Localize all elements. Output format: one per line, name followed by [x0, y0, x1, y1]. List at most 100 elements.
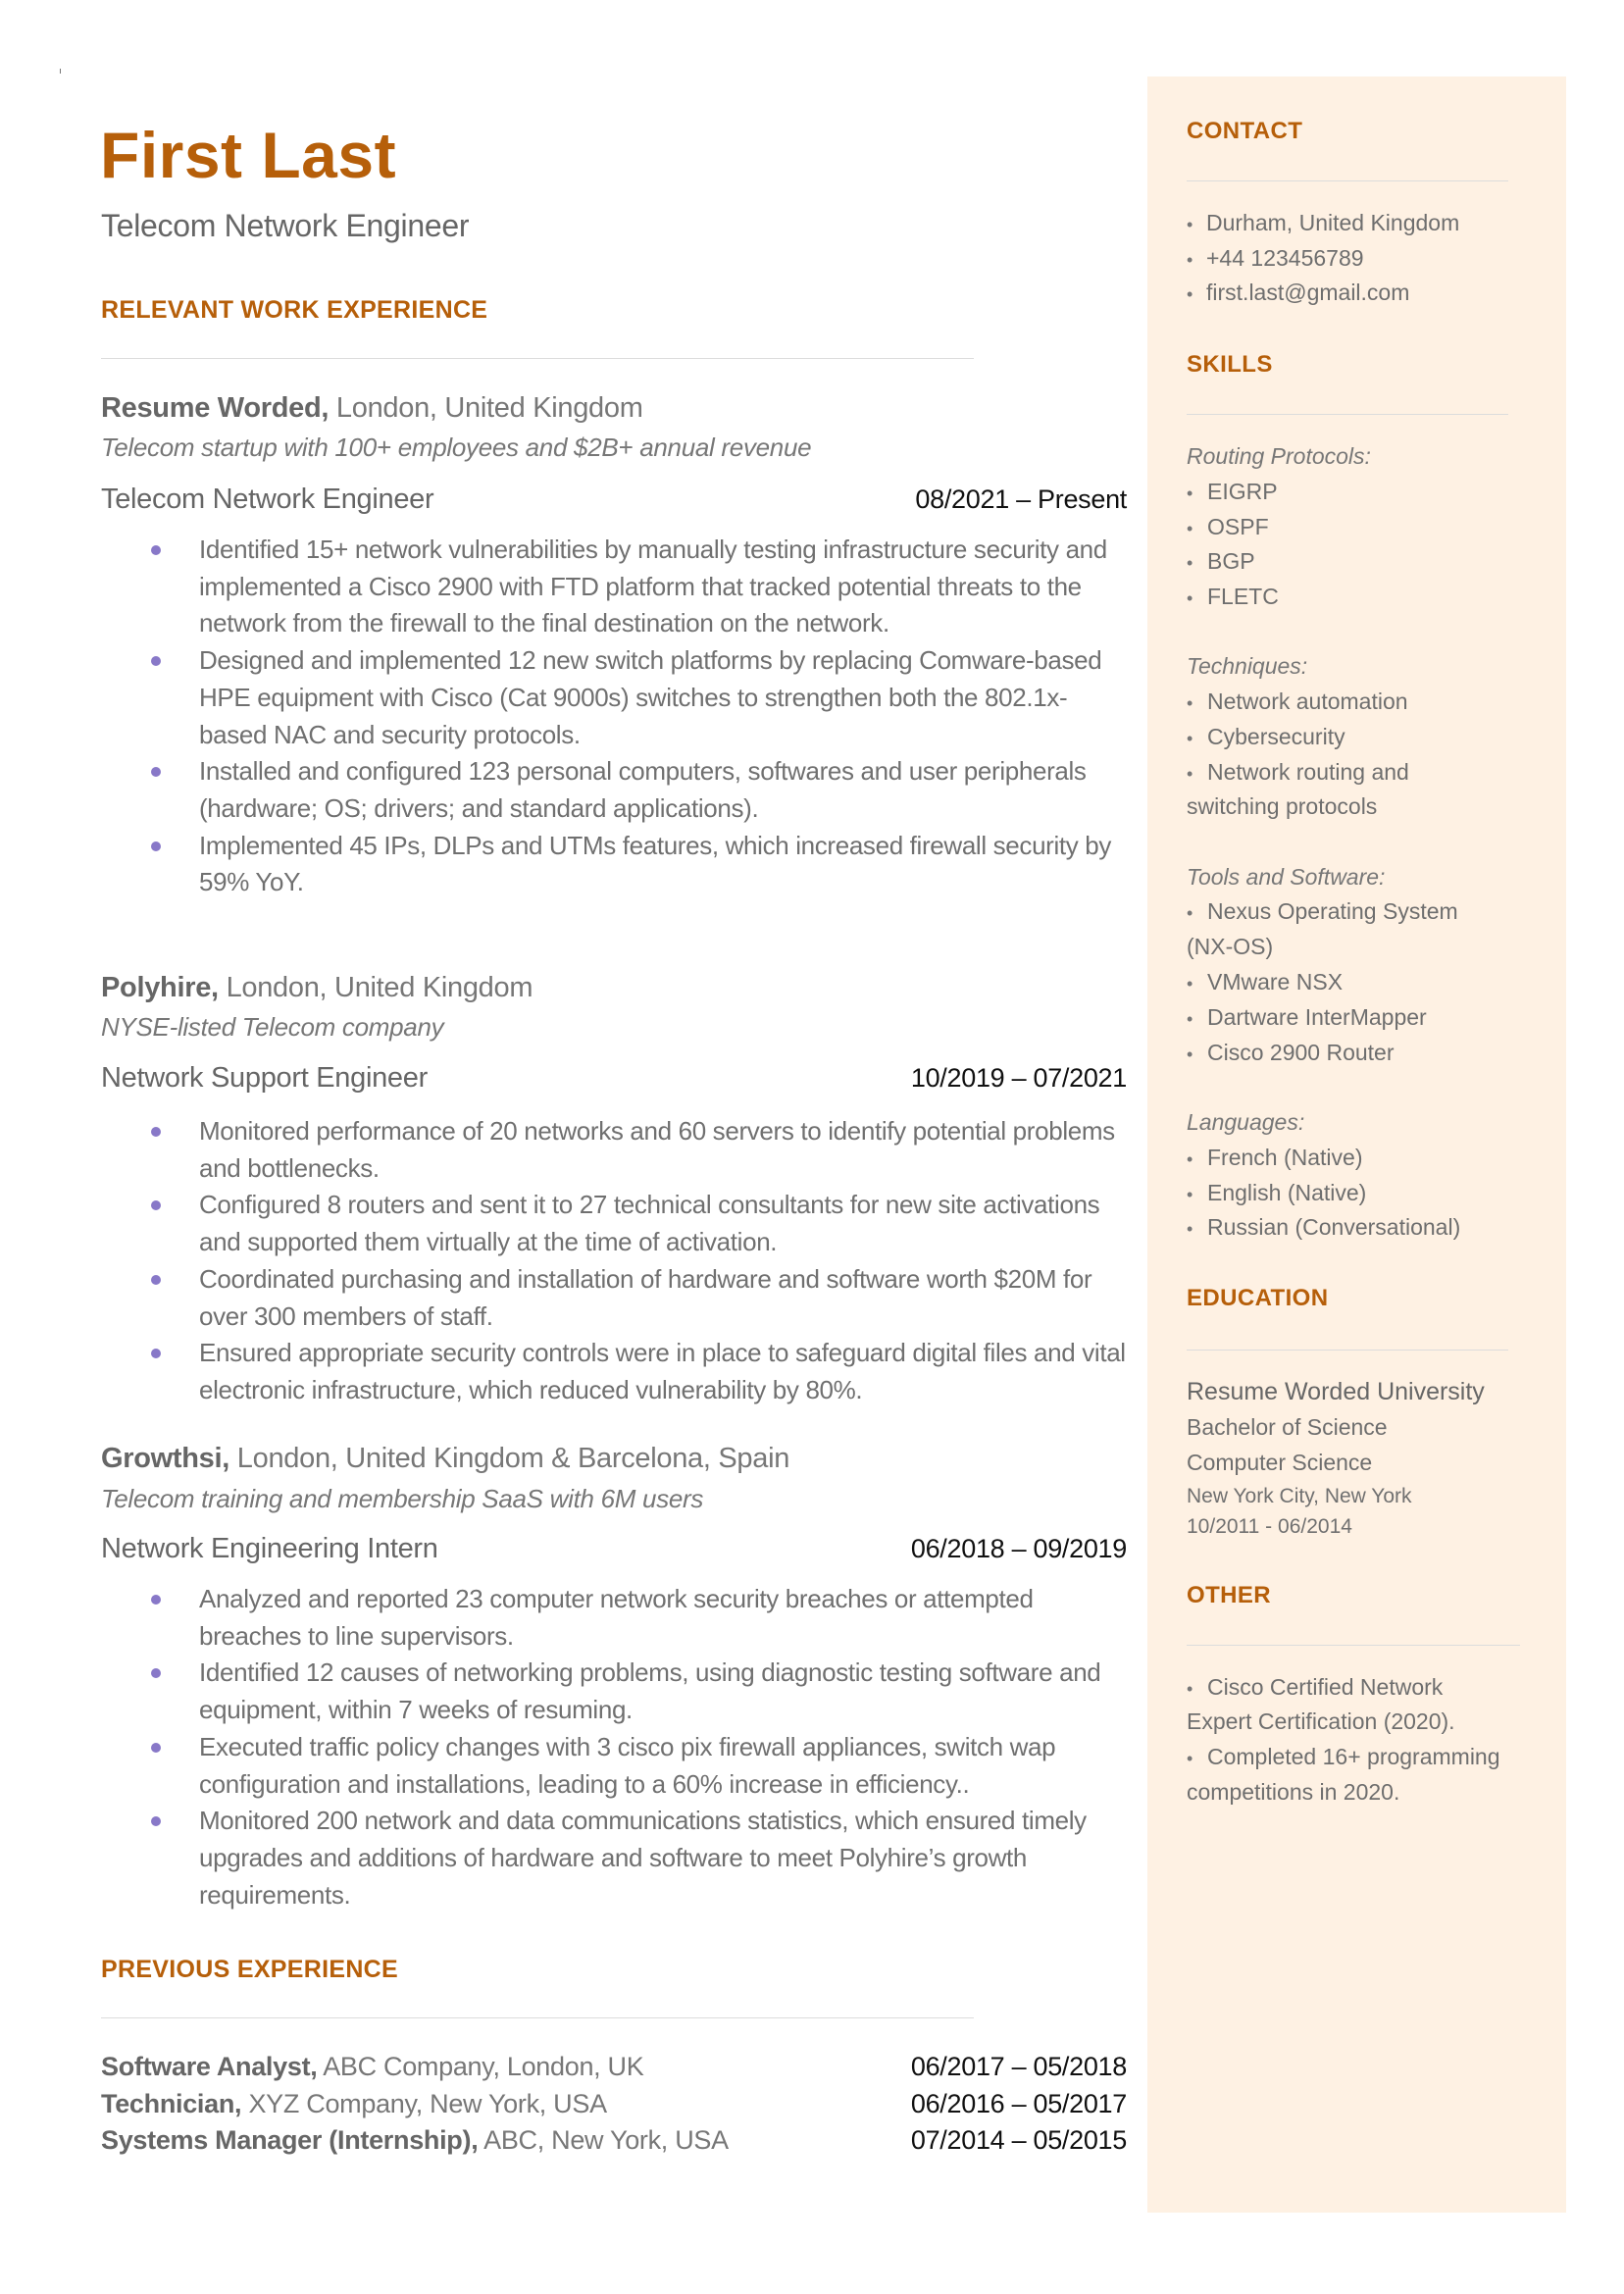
- skill-item-text: FLETC: [1207, 584, 1279, 609]
- bullet-dot-icon: •: [1187, 1749, 1193, 1768]
- job-bullet: Monitored performance of 20 networks and…: [147, 1113, 1128, 1187]
- bullet-dot-icon: •: [1187, 250, 1193, 270]
- job-bullet-text: Monitored performance of 20 networks and…: [199, 1116, 1115, 1183]
- previous-job-role: Technician,: [101, 2089, 242, 2118]
- education-field: Computer Science: [1187, 1450, 1373, 1475]
- bullet-dot-icon: •: [1187, 974, 1193, 994]
- job-bullet: Monitored 200 network and data communica…: [147, 1803, 1128, 1913]
- job-bullet-text: Identified 15+ network vulnerabilities b…: [199, 535, 1107, 638]
- sidebar: CONTACT • Durham, United Kingdom • +44 123…: [1147, 76, 1566, 2213]
- contact-location-text: Durham, United Kingdom: [1206, 210, 1460, 235]
- section-divider: [1187, 180, 1508, 181]
- job-bullet-text: Identified 12 causes of networking probl…: [199, 1657, 1101, 1725]
- previous-job-role: Systems Manager (Internship),: [101, 2125, 479, 2155]
- skill-item: • English (Native): [1187, 1178, 1366, 1209]
- skill-item: • Russian (Conversational): [1187, 1212, 1460, 1244]
- bullet-dot-icon: [151, 1742, 161, 1753]
- contact-email[interactable]: • first.last@gmail.com: [1187, 278, 1409, 309]
- contact-phone: • +44 123456789: [1187, 243, 1364, 275]
- job-bullet: Installed and configured 123 personal co…: [147, 753, 1128, 827]
- bullet-dot-icon: •: [1187, 215, 1193, 234]
- skill-item: • Network automation: [1187, 687, 1408, 718]
- skill-item: • Cisco 2900 Router: [1187, 1038, 1395, 1069]
- candidate-title: Telecom Network Engineer: [101, 208, 470, 243]
- skill-item-text: Russian (Conversational): [1207, 1214, 1461, 1240]
- contact-phone-text: +44 123456789: [1206, 245, 1364, 271]
- bullet-dot-icon: [151, 1200, 161, 1211]
- bullet-dot-icon: •: [1187, 1009, 1193, 1029]
- sidebar-heading-skills: SKILLS: [1187, 351, 1273, 378]
- job-company-tagline: NYSE-listed Telecom company: [101, 1012, 444, 1042]
- skill-item-text: Cisco 2900 Router: [1207, 1040, 1395, 1065]
- bullet-dot-icon: [151, 1595, 161, 1605]
- skill-item-text: VMware NSX: [1207, 969, 1344, 994]
- skills-category-label: Routing Protocols:: [1187, 443, 1371, 469]
- skills-category-label: Techniques:: [1187, 653, 1308, 679]
- job-role: Network Support Engineer: [101, 1062, 428, 1094]
- job-location: London, United Kingdom: [226, 972, 533, 1003]
- previous-job-row: Software Analyst, ABC Company, London, U…: [101, 2049, 1127, 2084]
- job-bullet-text: Implemented 45 IPs, DLPs and UTMs featur…: [199, 830, 1112, 897]
- section-heading-previous-experience: PREVIOUS EXPERIENCE: [101, 1956, 399, 1983]
- job-location: London, United Kingdom & Barcelona, Spai…: [236, 1443, 790, 1474]
- candidate-name: First Last: [100, 119, 397, 191]
- job-bullet: Identified 15+ network vulnerabilities b…: [147, 532, 1128, 642]
- sidebar-heading-other: OTHER: [1187, 1582, 1271, 1608]
- section-divider: [1187, 414, 1508, 415]
- education-location: New York City, New York: [1187, 1485, 1412, 1507]
- page-artifact-mark: [60, 69, 61, 74]
- previous-job-company: ABC Company, London, UK: [323, 2052, 644, 2081]
- other-item-text: Cisco Certified Network: [1207, 1674, 1444, 1700]
- job-role: Network Engineering Intern: [101, 1533, 438, 1564]
- skill-item: • Cybersecurity: [1187, 722, 1345, 753]
- bullet-dot-icon: [151, 1816, 161, 1827]
- job-company-line: Resume Worded, London, United Kingdom: [101, 390, 643, 426]
- bullet-dot-icon: [151, 767, 161, 778]
- skill-item-text: BGP: [1207, 548, 1255, 574]
- contact-email-link[interactable]: first.last@gmail.com: [1206, 280, 1409, 305]
- bullet-dot-icon: [151, 1127, 161, 1137]
- job-bullet-text: Monitored 200 network and data communica…: [199, 1806, 1087, 1910]
- previous-job-row: Technician, XYZ Company, New York, USA 0…: [101, 2086, 1127, 2121]
- bullet-dot-icon: •: [1187, 1149, 1193, 1169]
- contact-location: • Durham, United Kingdom: [1187, 208, 1459, 239]
- education-degree: Bachelor of Science: [1187, 1414, 1388, 1440]
- job-location: London, United Kingdom: [335, 392, 643, 424]
- previous-job-dates: 06/2016 – 05/2017: [910, 2089, 1127, 2118]
- job-bullet: Identified 12 causes of networking probl…: [147, 1655, 1128, 1728]
- education-dates: 10/2011 - 06/2014: [1187, 1515, 1352, 1538]
- job-bullet: Executed traffic policy changes with 3 c…: [147, 1729, 1128, 1803]
- job-dates: 10/2019 – 07/2021: [910, 1063, 1127, 1093]
- skill-item-continuation: switching protocols: [1187, 793, 1378, 819]
- previous-job-role: Software Analyst,: [101, 2052, 318, 2081]
- bullet-dot-icon: •: [1187, 1679, 1193, 1699]
- bullet-dot-icon: [151, 656, 161, 667]
- skill-item-text: French (Native): [1207, 1145, 1363, 1170]
- job-bullet-text: Installed and configured 123 personal co…: [199, 756, 1087, 823]
- previous-job-company: XYZ Company, New York, USA: [248, 2089, 607, 2118]
- other-item-continuation: Expert Certification (2020).: [1187, 1708, 1455, 1734]
- previous-job-row: Systems Manager (Internship), ABC, New Y…: [101, 2122, 1127, 2158]
- job-bullet: Ensured appropriate security controls we…: [147, 1335, 1128, 1408]
- bullet-dot-icon: •: [1187, 1185, 1193, 1204]
- skills-category-label: Tools and Software:: [1187, 864, 1386, 890]
- job-bullet: Coordinated purchasing and installation …: [147, 1261, 1128, 1335]
- job-company-tagline: Telecom startup with 100+ employees and …: [101, 433, 812, 462]
- other-item: • Cisco Certified Network: [1187, 1672, 1443, 1704]
- job-bullet-text: Analyzed and reported 23 computer networ…: [199, 1584, 1034, 1651]
- job-bullet-list: Analyzed and reported 23 computer networ…: [147, 1581, 1128, 1913]
- other-item: • Completed 16+ programming: [1187, 1742, 1500, 1773]
- bullet-dot-icon: •: [1187, 1045, 1193, 1064]
- skill-item: • VMware NSX: [1187, 967, 1343, 998]
- job-bullet-text: Designed and implemented 12 new switch p…: [199, 645, 1102, 749]
- skill-item-continuation: (NX-OS): [1187, 934, 1274, 959]
- job-bullet-text: Executed traffic policy changes with 3 c…: [199, 1731, 1056, 1799]
- other-item-continuation: competitions in 2020.: [1187, 1779, 1400, 1805]
- job-role-row: Telecom Network Engineer 08/2021 – Prese…: [101, 482, 1127, 517]
- job-bullet: Configured 8 routers and sent it to 27 t…: [147, 1187, 1128, 1260]
- bullet-dot-icon: [151, 1349, 161, 1359]
- skill-item: • BGP: [1187, 546, 1255, 578]
- section-divider: [101, 358, 974, 359]
- section-divider: [101, 2017, 974, 2018]
- bullet-dot-icon: •: [1187, 729, 1193, 748]
